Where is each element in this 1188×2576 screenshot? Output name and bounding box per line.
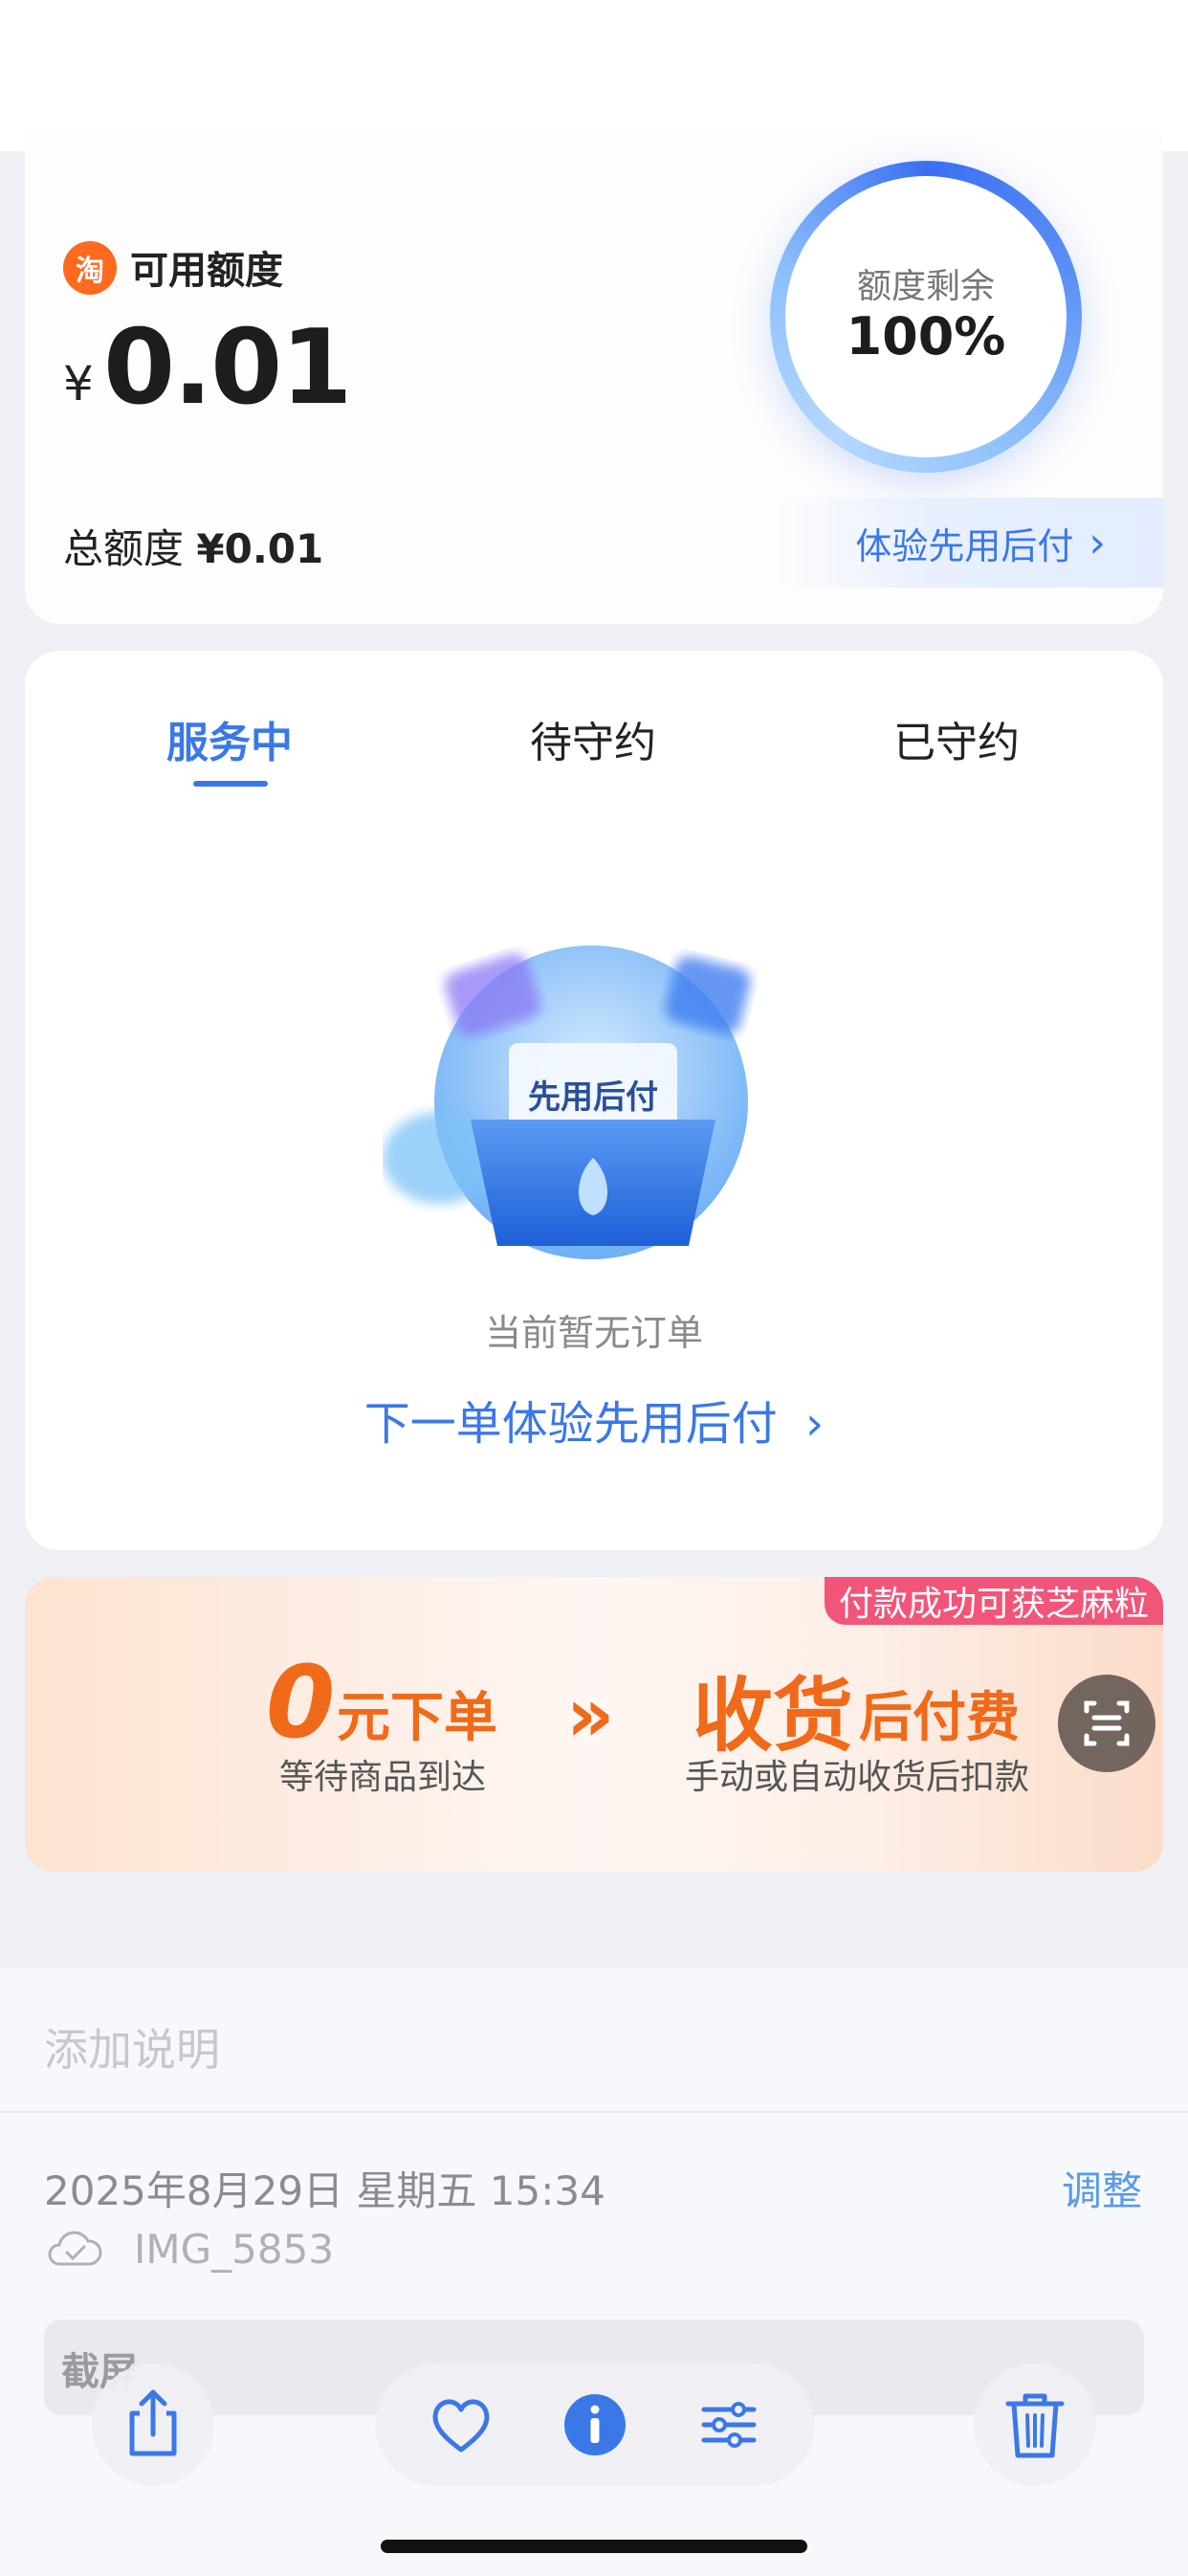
- promo-left-title: 元下单: [337, 1687, 497, 1749]
- tab-pending[interactable]: 待守约: [530, 708, 656, 769]
- tab-in-service[interactable]: 服务中: [166, 708, 293, 769]
- remaining-credit-value: 100%: [846, 306, 1006, 366]
- chevron-right-icon: ›: [805, 1397, 825, 1451]
- photo-date: 2025年8月29日 星期五 15:34: [44, 2167, 605, 2214]
- available-credit-label: 可用额度: [130, 249, 283, 293]
- taobao-logo-icon: 淘: [63, 241, 117, 295]
- cloud-check-icon: [48, 2231, 102, 2266]
- scan-button[interactable]: [1058, 1675, 1155, 1772]
- try-pay-later-label: 体验先用后付: [855, 524, 1074, 567]
- promo-left-subtitle: 等待商品到达: [279, 1758, 487, 1797]
- active-tab-indicator: [193, 781, 268, 787]
- empty-orders-illustration: 先用后付: [383, 945, 751, 1259]
- home-indicator[interactable]: [381, 2540, 807, 2553]
- photo-actions-group: [375, 2364, 815, 2486]
- available-amount: 0.01: [103, 308, 352, 428]
- remaining-credit-label: 额度剩余: [856, 267, 995, 306]
- delete-button[interactable]: [974, 2364, 1096, 2486]
- trash-icon: [1005, 2393, 1065, 2458]
- currency-symbol: ¥: [63, 356, 94, 411]
- svg-text:先用后付: 先用后付: [528, 1078, 658, 1117]
- divider: [0, 2111, 1188, 2113]
- share-icon: [129, 2389, 177, 2456]
- adjust-date-button[interactable]: 调整: [1062, 2159, 1142, 2217]
- promo-zero: 0: [266, 1644, 336, 1761]
- try-next-order-label: 下一单体验先用后付: [363, 1397, 778, 1451]
- try-pay-later-button[interactable]: 体验先用后付 ›: [775, 498, 1163, 588]
- promo-right-title: 后付费: [859, 1687, 1020, 1749]
- scan-icon: [1084, 1700, 1130, 1746]
- sliders-icon[interactable]: [691, 2387, 767, 2463]
- info-icon[interactable]: [557, 2387, 633, 2463]
- share-button[interactable]: [92, 2364, 214, 2486]
- empty-orders-message: 当前暂无订单: [484, 1312, 703, 1354]
- total-credit: 总额度 ¥0.01: [63, 517, 323, 575]
- tab-completed[interactable]: 已守约: [893, 708, 1020, 769]
- top-status-area: [0, 0, 1188, 151]
- total-credit-amount: ¥0.01: [196, 525, 324, 572]
- double-arrow-icon: »: [566, 1673, 615, 1759]
- try-next-order-link[interactable]: 下一单体验先用后付 ›: [25, 1386, 1163, 1453]
- add-caption-field[interactable]: 添加说明: [44, 2015, 220, 2078]
- photo-filename: IMG_5853: [134, 2226, 335, 2273]
- total-credit-label: 总额度: [63, 525, 185, 572]
- promo-right-subtitle: 手动或自动收货后扣款: [685, 1758, 1030, 1797]
- chevron-right-icon: ›: [1089, 518, 1106, 567]
- promo-badge: 付款成功可获芝麻粒: [825, 1577, 1163, 1625]
- heart-icon[interactable]: [423, 2387, 499, 2463]
